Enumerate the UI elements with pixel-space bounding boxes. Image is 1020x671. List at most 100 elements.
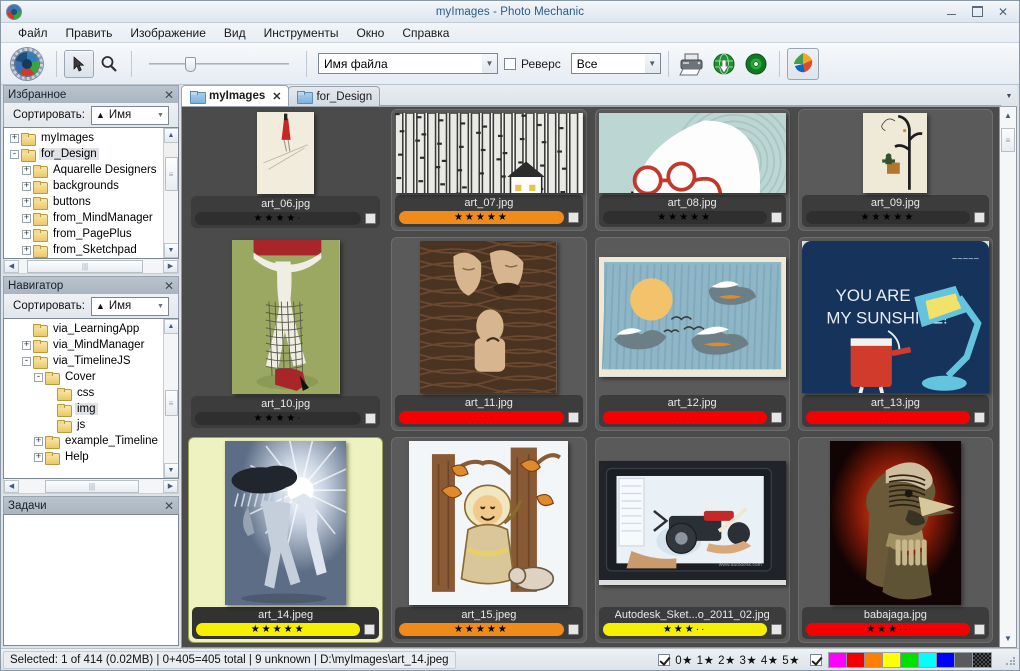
thumbnail-cell[interactable]: art_10.jpg ★★★★· xyxy=(184,235,387,435)
navigator-sort-select[interactable]: ▲ Имя ▼ xyxy=(90,296,169,316)
thumbnail-card[interactable]: art_08.jpg ★★★★★ xyxy=(594,109,790,231)
scrollbar-track-top[interactable] xyxy=(163,334,178,390)
scroll-left-icon[interactable]: ◀ xyxy=(4,479,19,493)
navigator-tree-item-label[interactable]: via_TimelineJS xyxy=(51,355,133,367)
thumbnail-cell[interactable]: art_06.jpg ★★★★· xyxy=(184,107,387,235)
thumbnail-color-class-chip[interactable] xyxy=(770,412,782,423)
thumbnail-rating-bar[interactable]: ★★★★· xyxy=(195,212,362,225)
thumbnail-rating-bar[interactable]: ★★★·· xyxy=(602,623,767,636)
navigator-tree-item-row[interactable]: css xyxy=(6,385,163,401)
filter-select[interactable]: Все ▼ xyxy=(570,53,661,74)
scrollbar-thumb-h[interactable]: ||| xyxy=(27,259,143,273)
favorites-tree-item-label[interactable]: for_Design xyxy=(39,148,99,160)
navigator-tree-item-label[interactable]: js xyxy=(75,419,87,431)
favorites-tree-item-label[interactable]: from_Sketchpad xyxy=(51,244,139,256)
color-class-swatch[interactable] xyxy=(955,652,973,667)
thumbnail-card[interactable]: art_11.jpg ····· xyxy=(391,237,587,431)
thumbnail-cell[interactable]: art_07.jpg ★★★★★ xyxy=(387,107,590,235)
maximize-button[interactable] xyxy=(965,3,989,20)
menu-item-edit[interactable]: Править xyxy=(57,24,122,42)
close-icon[interactable]: ✕ xyxy=(164,280,174,292)
star-filter-checkbox[interactable] xyxy=(658,653,671,666)
thumbnail-rating-bar[interactable]: ····· xyxy=(805,411,970,424)
thumbnail-card[interactable]: art_12.jpg ····· xyxy=(594,237,790,431)
thumbnail-image[interactable] xyxy=(191,240,380,396)
thumbnail-color-class-chip[interactable] xyxy=(567,412,579,423)
thumbnail-rating-bar[interactable]: ★★★★· xyxy=(195,412,362,425)
navigator-tree-item-row[interactable]: + example_Timeline xyxy=(6,433,163,449)
thumbnail-image[interactable]: ~~~~~ YOU ARE MY SUNSHINE! xyxy=(801,241,989,395)
thumbnail-image[interactable] xyxy=(395,241,582,395)
tree-expand-toggle[interactable]: + xyxy=(22,197,31,207)
thumbnail-cell[interactable]: art_09.jpg ★★★★★ xyxy=(794,107,997,235)
thumbnail-card[interactable]: ~~~~~ YOU ARE MY SUNSHINE! art_13.jpg ···… xyxy=(797,237,993,431)
favorites-tree-item-row[interactable]: + myImages xyxy=(6,130,163,146)
thumbnail-image[interactable]: www.autodesk.com xyxy=(598,441,786,607)
color-class-swatch[interactable] xyxy=(973,652,991,667)
thumbnail-rating-bar[interactable]: ★★★★★ xyxy=(196,623,361,636)
tree-expand-toggle[interactable]: + xyxy=(22,245,31,255)
favorites-tree-item-label[interactable]: backgrounds xyxy=(51,180,121,192)
thumbnail-color-class-chip[interactable] xyxy=(567,212,579,223)
favorites-tree-item-row[interactable]: + from_PagePlus xyxy=(6,226,163,242)
thumbnail-color-class-chip[interactable] xyxy=(364,624,376,635)
navigator-tree[interactable]: via_LearningApp + via_MindManager - via_Time… xyxy=(3,318,179,479)
scroll-left-icon[interactable]: ◀ xyxy=(4,259,19,273)
scroll-up-icon[interactable]: ▲ xyxy=(1001,108,1016,123)
thumbnail-rating-bar[interactable]: ★★★★★ xyxy=(602,211,767,224)
menu-item-file[interactable]: Файл xyxy=(9,24,57,42)
scrollbar-thumb[interactable]: ≡ xyxy=(164,157,178,191)
favorites-tree-item-label[interactable]: from_MindManager xyxy=(51,212,155,224)
color-class-swatch[interactable] xyxy=(847,652,865,667)
favorites-tree[interactable]: + myImages - for_Design + Aquarelle Designers… xyxy=(3,127,179,259)
favorites-tree-item-label[interactable]: myImages xyxy=(39,132,96,144)
scrollbar-thumb-h[interactable]: ||| xyxy=(45,479,139,493)
navigator-tree-item-label[interactable]: Cover xyxy=(63,371,98,383)
thumbnail-rating-bar[interactable]: ★★★★★ xyxy=(805,211,970,224)
menu-item-help[interactable]: Справка xyxy=(393,24,458,42)
thumbnail-image[interactable] xyxy=(802,113,989,195)
tree-expand-toggle[interactable]: + xyxy=(22,213,31,223)
navigator-tree-item-row[interactable]: js xyxy=(6,417,163,433)
thumbnail-color-class-chip[interactable] xyxy=(974,624,985,635)
thumbnail-image[interactable] xyxy=(802,441,989,607)
reverse-checkbox[interactable]: Реверс xyxy=(504,57,561,71)
thumbnail-cell[interactable]: art_15.jpeg ★★★★★ xyxy=(387,435,590,647)
navigator-vertical-scrollbar[interactable]: ▲ ≡ ▼ xyxy=(163,319,178,478)
chevron-down-icon[interactable]: ▼ xyxy=(482,54,497,73)
scroll-up-icon[interactable]: ▲ xyxy=(163,128,178,143)
globe-upload-icon[interactable] xyxy=(708,48,740,80)
tab-for_design[interactable]: for_Design xyxy=(288,86,381,106)
thumbnail-image[interactable] xyxy=(191,112,380,196)
thumbnail-image[interactable] xyxy=(598,241,786,395)
favorites-tree-item-row[interactable]: + buttons xyxy=(6,194,163,210)
scroll-down-icon[interactable]: ▼ xyxy=(1001,631,1016,646)
tree-expand-toggle[interactable]: + xyxy=(10,133,19,143)
printer-icon[interactable] xyxy=(676,48,708,80)
star-filter-group[interactable]: 0★ 1★ 2★ 3★ 4★ 5★ xyxy=(658,653,800,667)
navigator-horizontal-scrollbar[interactable]: ◀ ||| ▶ xyxy=(3,479,179,494)
color-class-swatch[interactable] xyxy=(829,652,847,667)
menu-item-window[interactable]: Окно xyxy=(347,24,393,42)
checkbox-box[interactable] xyxy=(504,57,516,70)
color-filter-checkbox[interactable] xyxy=(810,653,822,666)
favorites-tree-item-label[interactable]: buttons xyxy=(51,196,93,208)
sort-field-select[interactable]: Имя файла ▼ xyxy=(318,53,498,74)
favorites-vertical-scrollbar[interactable]: ▲ ≡ ▼ xyxy=(163,128,178,258)
arrow-pointer-icon[interactable] xyxy=(64,49,94,78)
chevron-down-icon[interactable]: ▼ xyxy=(157,112,166,119)
thumbnail-rating-bar[interactable]: ····· xyxy=(399,411,564,424)
tree-expand-toggle[interactable]: + xyxy=(34,436,43,446)
color-class-swatch[interactable] xyxy=(865,652,883,667)
thumbnail-color-class-chip[interactable] xyxy=(567,624,579,635)
scrollbar-track-h[interactable]: ||| xyxy=(19,479,163,493)
favorites-tree-item-row[interactable]: + from_MindManager xyxy=(6,210,163,226)
scrollbar-thumb[interactable]: ≡ xyxy=(1001,128,1015,152)
navigator-tree-item-label[interactable]: css xyxy=(75,387,96,399)
thumbnail-image[interactable] xyxy=(395,113,583,195)
thumbnail-rating-bar[interactable]: ★★★★★ xyxy=(399,211,564,224)
favorites-tree-item-row[interactable]: + from_Sketchpad xyxy=(6,242,163,258)
chevron-down-icon[interactable]: ▼ xyxy=(1001,86,1017,106)
navigator-tree-item-label[interactable]: Help xyxy=(63,451,91,463)
scroll-down-icon[interactable]: ▼ xyxy=(163,243,178,258)
